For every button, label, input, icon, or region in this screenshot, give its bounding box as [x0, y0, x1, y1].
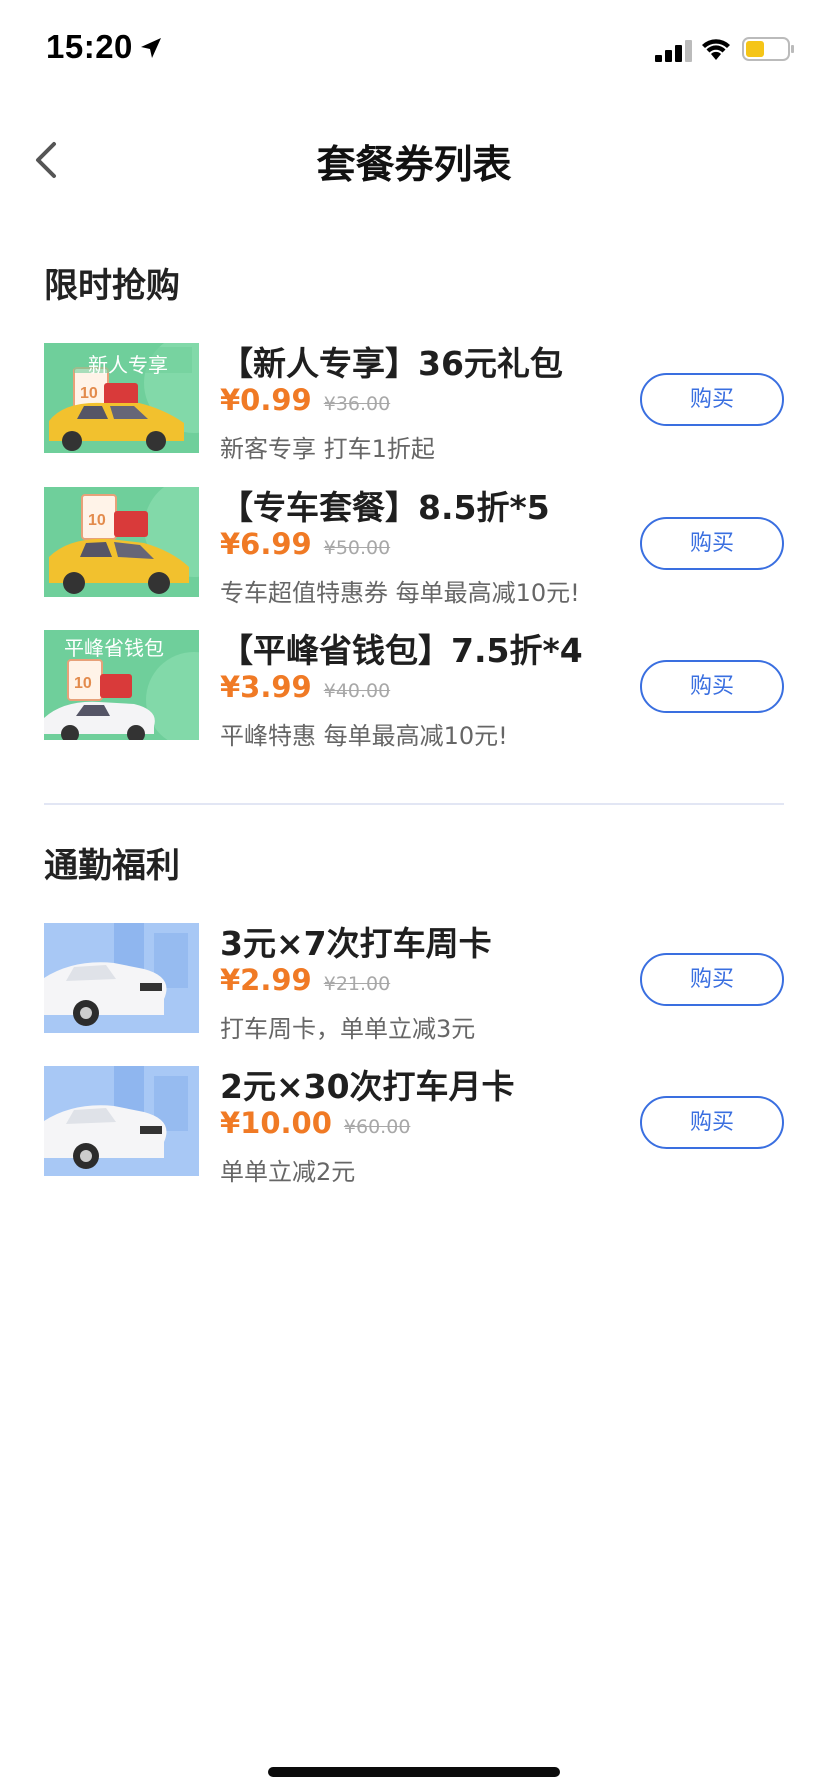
original-price: ¥36.00	[323, 393, 391, 415]
buy-button[interactable]: 购买	[640, 953, 784, 1006]
location-arrow-icon	[141, 38, 161, 58]
item-description: 单单立减2元	[220, 1158, 356, 1186]
price-row: ¥6.99 ¥50.00	[220, 527, 390, 561]
buy-button[interactable]: 购买	[640, 373, 784, 426]
svg-text:10: 10	[88, 512, 106, 529]
buy-button[interactable]: 购买	[640, 517, 784, 570]
price-row: ¥0.99 ¥36.00	[220, 383, 390, 417]
package-thumbnail: 10 平峰省钱包	[44, 630, 199, 740]
package-thumbnail: 10	[44, 487, 199, 597]
price: ¥2.99	[220, 963, 312, 997]
battery-icon	[742, 37, 794, 61]
status-time: 15:20	[46, 28, 133, 65]
item-title: 【新人专享】36元礼包	[220, 344, 563, 383]
original-price: ¥21.00	[323, 973, 391, 995]
section-divider	[44, 803, 784, 805]
cellular-signal-icon	[655, 40, 692, 62]
section-title-flash-sale: 限时抢购	[44, 266, 180, 306]
item-title: 2元×30次打车月卡	[220, 1067, 515, 1106]
price: ¥0.99	[220, 383, 312, 417]
package-thumbnail	[44, 923, 199, 1033]
item-title: 3元×7次打车周卡	[220, 924, 492, 963]
package-thumbnail	[44, 1066, 199, 1176]
item-description: 打车周卡，单单立减3元	[220, 1015, 476, 1043]
nav-bar: 套餐券列表	[0, 110, 828, 210]
svg-text:10: 10	[80, 385, 98, 402]
price: ¥6.99	[220, 527, 312, 561]
buy-button[interactable]: 购买	[640, 660, 784, 713]
price: ¥10.00	[220, 1106, 332, 1140]
price-row: ¥2.99 ¥21.00	[220, 963, 390, 997]
item-description: 专车超值特惠券 每单最高减10元!	[220, 579, 580, 607]
item-title: 【平峰省钱包】7.5折*4	[220, 631, 583, 670]
price: ¥3.99	[220, 670, 312, 704]
item-title: 【专车套餐】8.5折*5	[220, 488, 550, 527]
price-row: ¥3.99 ¥40.00	[220, 670, 390, 704]
home-indicator[interactable]	[268, 1767, 560, 1777]
thumbnail-label: 新人专享	[88, 353, 168, 377]
item-description: 新客专享 打车1折起	[220, 435, 435, 463]
thumbnail-label: 平峰省钱包	[64, 636, 164, 660]
original-price: ¥60.00	[343, 1116, 411, 1138]
original-price: ¥40.00	[323, 680, 391, 702]
price-row: ¥10.00 ¥60.00	[220, 1106, 410, 1140]
page-title: 套餐券列表	[316, 143, 512, 188]
original-price: ¥50.00	[323, 537, 391, 559]
wifi-icon	[702, 39, 730, 60]
status-bar: 15:20	[0, 0, 828, 100]
item-description: 平峰特惠 每单最高减10元!	[220, 722, 508, 750]
package-thumbnail: 10 新人专享	[44, 343, 199, 453]
section-title-commute-benefits: 通勤福利	[44, 846, 180, 886]
svg-text:10: 10	[74, 675, 92, 692]
buy-button[interactable]: 购买	[640, 1096, 784, 1149]
